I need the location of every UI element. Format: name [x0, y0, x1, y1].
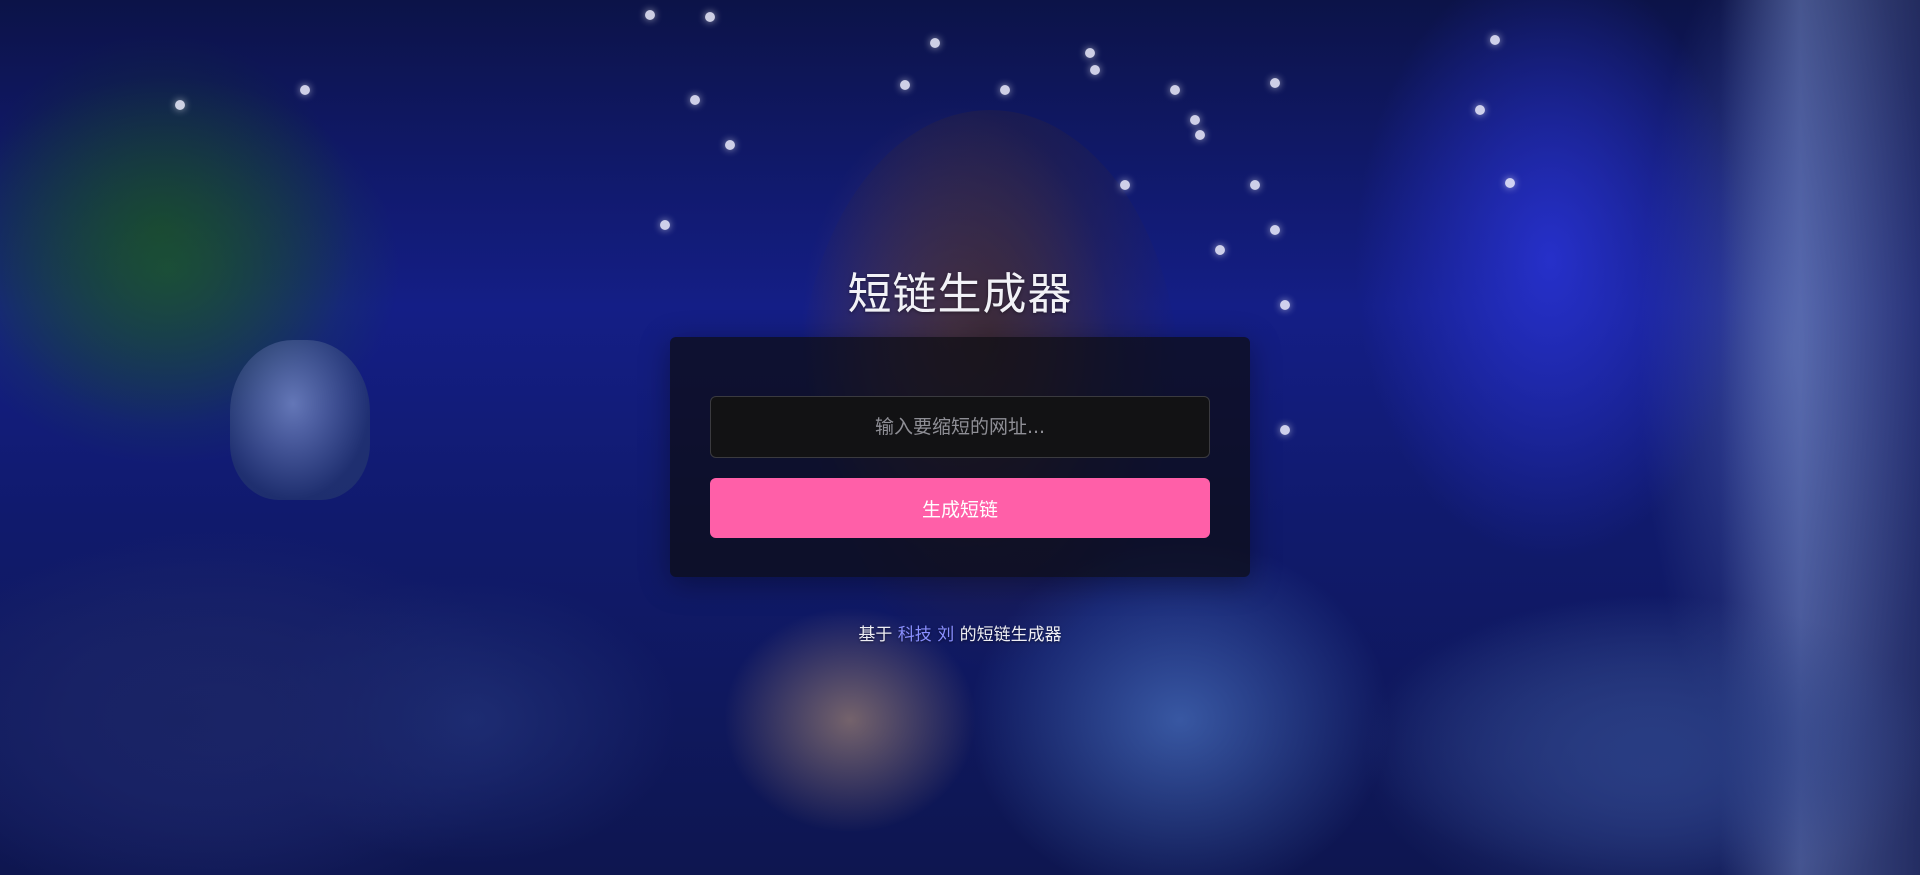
- background-vase: [230, 340, 370, 500]
- footer-author-link[interactable]: 科技 刘: [898, 625, 954, 645]
- footer-suffix: 的短链生成器: [959, 625, 1062, 645]
- footer-credit: 基于 科技 刘 的短链生成器: [0, 620, 1920, 645]
- url-input[interactable]: [710, 396, 1210, 458]
- footer-prefix: 基于: [858, 625, 893, 645]
- page-title: 短链生成器: [847, 269, 1073, 320]
- generate-short-link-button[interactable]: 生成短链: [710, 478, 1210, 538]
- shortener-card: 生成短链: [670, 337, 1250, 577]
